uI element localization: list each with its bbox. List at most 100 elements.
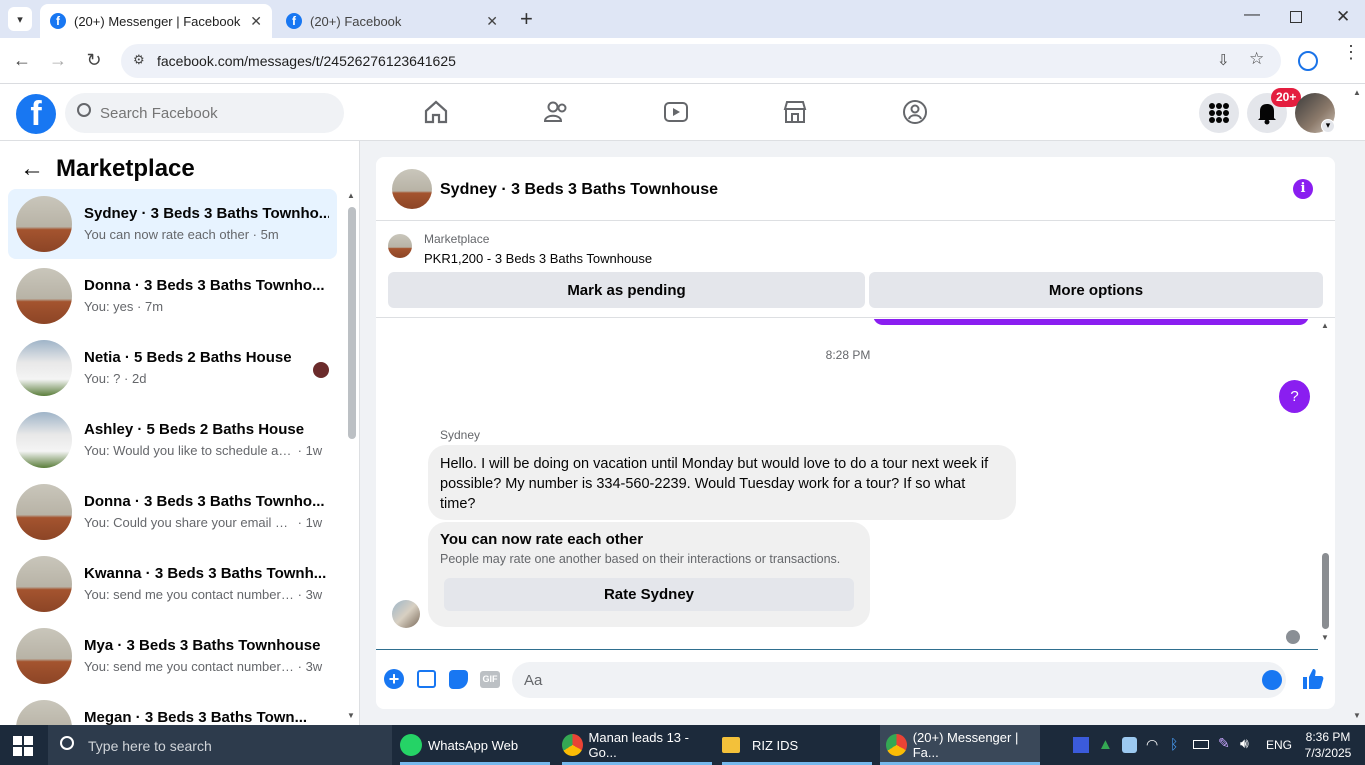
bookmark-star-icon[interactable]: ☆ xyxy=(1249,49,1264,69)
sidebar-title: Marketplace xyxy=(56,155,195,182)
listing-bar: Marketplace PKR1,200 - 3 Beds 3 Baths To… xyxy=(376,222,1335,318)
tab-facebook[interactable]: f (20+) Facebook ✕ xyxy=(276,4,508,38)
conversation-item[interactable]: Donna · 3 Beds 3 Baths Townho... You: Co… xyxy=(8,477,337,547)
site-info-icon[interactable]: ⚙ xyxy=(133,52,145,68)
conversation-item[interactable]: Megan · 3 Beds 3 Baths Town... xyxy=(8,693,337,725)
read-receipt-avatar xyxy=(1286,630,1300,644)
listing-thumbnail xyxy=(16,268,72,324)
emoji-icon[interactable] xyxy=(1262,670,1282,690)
chat-avatar[interactable] xyxy=(392,169,432,209)
scroll-down-icon[interactable]: ▼ xyxy=(347,711,355,720)
chat-scroll-down-icon[interactable]: ▼ xyxy=(1321,633,1329,642)
taskbar-search[interactable]: Type here to search xyxy=(48,725,392,765)
back-arrow-icon[interactable]: ← xyxy=(20,155,44,183)
menu-grid-button[interactable] xyxy=(1199,93,1239,133)
tab-search-dropdown[interactable]: ▾ xyxy=(8,7,32,31)
reload-icon[interactable]: ↻ xyxy=(83,50,105,71)
volume-icon[interactable]: 🔊︎ xyxy=(1240,735,1249,752)
watch-icon[interactable] xyxy=(662,98,690,126)
chat-title[interactable]: Sydney · 3 Beds 3 Baths Townhouse xyxy=(440,181,718,199)
conversation-name: Mya · 3 Beds 3 Baths Townhouse xyxy=(84,637,321,654)
conversation-preview: You can now rate each other · 5m xyxy=(84,227,279,242)
info-icon[interactable]: i xyxy=(1293,179,1313,199)
taskbar-app-whatsapp[interactable]: WhatsApp Web xyxy=(400,725,550,765)
outgoing-message[interactable]: ? xyxy=(1279,380,1310,413)
chat-scrollbar[interactable] xyxy=(1322,553,1329,629)
clock-date[interactable]: 7/3/2025 xyxy=(1303,746,1353,760)
chat-scroll-up-icon[interactable]: ▲ xyxy=(1321,321,1329,330)
facebook-search[interactable] xyxy=(65,93,344,133)
conversation-item[interactable]: Mya · 3 Beds 3 Baths Townhouse You: send… xyxy=(8,621,337,691)
message-input[interactable]: Aa xyxy=(512,662,1286,698)
clock-time[interactable]: 8:36 PM xyxy=(1303,730,1353,744)
chat-panel: Sydney · 3 Beds 3 Baths Townhouse i Mark… xyxy=(376,157,1335,709)
conversation-preview: You: ? · 2d xyxy=(84,371,147,386)
rate-sydney-button[interactable]: Rate Sydney xyxy=(444,578,854,611)
tab-messenger[interactable]: f (20+) Messenger | Facebook ✕ xyxy=(40,4,272,38)
grid-menu-icon xyxy=(1209,103,1229,123)
close-tab-icon[interactable]: ✕ xyxy=(250,13,262,30)
conversation-item[interactable]: Kwanna · 3 Beds 3 Baths Townh... You: se… xyxy=(8,549,337,619)
conversation-preview: You: Could you share your email ad... · … xyxy=(84,515,323,530)
language-indicator[interactable]: ENG xyxy=(1266,738,1292,752)
conversation-name: Kwanna · 3 Beds 3 Baths Townh... xyxy=(84,565,327,582)
tray-shield-icon[interactable] xyxy=(1122,737,1137,753)
listing-price-title[interactable]: PKR1,200 - 3 Beds 3 Baths Townhouse xyxy=(424,251,652,266)
conversation-name: Netia · 5 Beds 2 Baths House xyxy=(84,349,292,366)
account-chevron-down-icon[interactable]: ▾ xyxy=(1321,119,1335,133)
scroll-up-icon[interactable]: ▲ xyxy=(347,191,355,200)
forward-icon[interactable]: → xyxy=(47,50,69,71)
minimize-icon[interactable]: — xyxy=(1244,6,1260,24)
profile-icon[interactable] xyxy=(1298,51,1318,71)
windows-start-icon[interactable] xyxy=(13,736,33,756)
url-text[interactable]: facebook.com/messages/t/2452627612364162… xyxy=(157,53,456,69)
wifi-icon[interactable]: ◠ xyxy=(1146,736,1158,753)
sticker-icon[interactable] xyxy=(449,670,468,689)
bluetooth-icon[interactable]: ᛒ xyxy=(1170,736,1178,752)
incoming-message[interactable]: Hello. I will be doing on vacation until… xyxy=(428,445,1016,520)
mark-as-pending-button[interactable]: Mark as pending xyxy=(388,272,865,308)
search-input[interactable] xyxy=(100,93,330,133)
gif-icon[interactable]: GIF xyxy=(480,671,500,688)
listing-label: Marketplace xyxy=(424,232,490,246)
photo-icon[interactable] xyxy=(417,670,436,688)
conversation-item[interactable]: Netia · 5 Beds 2 Baths House You: ? · 2d xyxy=(8,333,337,403)
pen-icon[interactable]: ✎ xyxy=(1218,735,1230,752)
conversation-item[interactable]: Sydney · 3 Beds 3 Baths Townho... You ca… xyxy=(8,189,337,259)
taskbar-app-folder[interactable]: RIZ IDS xyxy=(722,725,872,765)
install-app-icon[interactable]: ⇩ xyxy=(1217,51,1230,69)
close-tab-icon[interactable]: ✕ xyxy=(486,13,498,30)
marketplace-icon[interactable] xyxy=(781,98,809,126)
previous-outgoing-bubble xyxy=(873,319,1309,325)
home-icon[interactable] xyxy=(422,98,450,126)
conversation-item[interactable]: Donna · 3 Beds 3 Baths Townho... You: ye… xyxy=(8,261,337,331)
add-more-icon[interactable]: + xyxy=(384,669,404,689)
tray-drive-icon[interactable]: ▲ xyxy=(1098,736,1113,753)
thumbs-up-icon[interactable] xyxy=(1301,667,1325,691)
sidebar-scrollbar[interactable] xyxy=(348,207,356,439)
new-tab-icon[interactable]: + xyxy=(520,6,533,32)
listing-thumbnail xyxy=(16,412,72,468)
facebook-logo-icon[interactable]: f xyxy=(16,94,56,134)
more-options-button[interactable]: More options xyxy=(869,272,1323,308)
tab-label: (20+) Messenger | Facebook xyxy=(74,13,241,29)
conversation-item[interactable]: Ashley · 5 Beds 2 Baths House You: Would… xyxy=(8,405,337,475)
tray-app-icon[interactable] xyxy=(1073,737,1089,753)
incoming-message-text: Hello. I will be doing on vacation until… xyxy=(440,456,989,512)
listing-thumbnail[interactable] xyxy=(388,234,412,258)
restore-icon[interactable] xyxy=(1290,11,1302,23)
page-scroll-down-icon[interactable]: ▼ xyxy=(1353,711,1361,720)
search-icon xyxy=(60,736,74,750)
marketplace-sidebar: ← Marketplace Sydney · 3 Beds 3 Baths To… xyxy=(0,141,360,725)
close-window-icon[interactable]: ✕ xyxy=(1336,7,1350,27)
battery-icon[interactable] xyxy=(1193,740,1209,749)
back-icon[interactable]: ← xyxy=(11,50,33,71)
friends-icon[interactable] xyxy=(542,98,570,126)
taskbar-app-messenger[interactable]: (20+) Messenger | Fa... xyxy=(880,725,1040,765)
groups-icon[interactable] xyxy=(901,98,929,126)
page-scroll-up-icon[interactable]: ▲ xyxy=(1353,88,1361,97)
conversation-preview: You: send me you contact number ... · 3w xyxy=(84,659,323,674)
browser-menu-icon[interactable]: ⋮ xyxy=(1342,43,1360,61)
omnibox[interactable]: ⚙ facebook.com/messages/t/24526276123641… xyxy=(121,44,1281,78)
taskbar-app-chrome-leads[interactable]: Manan leads 13 - Go... xyxy=(562,725,712,765)
